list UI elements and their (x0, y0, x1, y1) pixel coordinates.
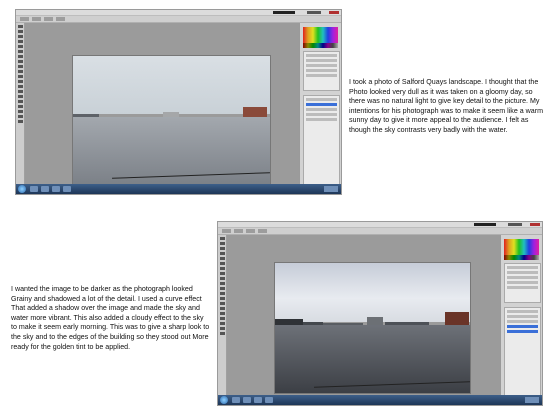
taskbar-app-icon[interactable] (265, 397, 273, 403)
document-canvas[interactable] (227, 235, 500, 395)
taskbar-app-icon[interactable] (63, 186, 71, 192)
start-button[interactable] (18, 185, 26, 193)
search-field[interactable] (307, 11, 321, 14)
options-bar[interactable] (16, 16, 341, 23)
taskbar-clock (525, 397, 539, 403)
adjustments-panel[interactable] (504, 263, 541, 303)
taskbar-app-icon[interactable] (41, 186, 49, 192)
search-field[interactable] (508, 223, 522, 226)
taskbar-app-icon[interactable] (232, 397, 240, 403)
caption-original-photo: I took a photo of Salford Quays landscap… (349, 78, 543, 134)
panels-dock[interactable] (299, 23, 341, 185)
taskbar[interactable] (16, 184, 341, 194)
caption-curves-edit: I wanted the image to be darker as the p… (11, 285, 210, 351)
color-swatches[interactable] (504, 239, 539, 255)
photo-sky (73, 56, 270, 114)
tools-panel[interactable] (16, 23, 25, 184)
options-bar[interactable] (218, 228, 542, 235)
close-icon[interactable] (329, 11, 339, 14)
workspace-switcher[interactable] (474, 223, 496, 226)
document-canvas[interactable] (25, 23, 299, 185)
color-swatches[interactable] (303, 27, 338, 43)
start-button[interactable] (220, 396, 228, 404)
taskbar-app-icon[interactable] (52, 186, 60, 192)
taskbar-app-icon[interactable] (254, 397, 262, 403)
taskbar-app-icon[interactable] (30, 186, 38, 192)
color-swatches-row[interactable] (303, 43, 338, 48)
taskbar[interactable] (218, 395, 542, 405)
close-icon[interactable] (530, 223, 540, 226)
adjustments-panel[interactable] (303, 51, 340, 91)
layers-panel[interactable] (504, 307, 541, 397)
workspace-switcher[interactable] (273, 11, 295, 14)
layers-panel[interactable] (303, 95, 340, 185)
salford-quays-photo-edited (274, 262, 471, 394)
taskbar-app-icon[interactable] (243, 397, 251, 403)
salford-quays-photo (72, 55, 271, 185)
tools-panel[interactable] (218, 235, 227, 395)
color-swatches-row[interactable] (504, 255, 539, 260)
screenshot-curves-edit (217, 221, 543, 406)
taskbar-clock (324, 186, 338, 192)
screenshot-original-edit (15, 9, 342, 195)
panels-dock[interactable] (500, 235, 542, 397)
